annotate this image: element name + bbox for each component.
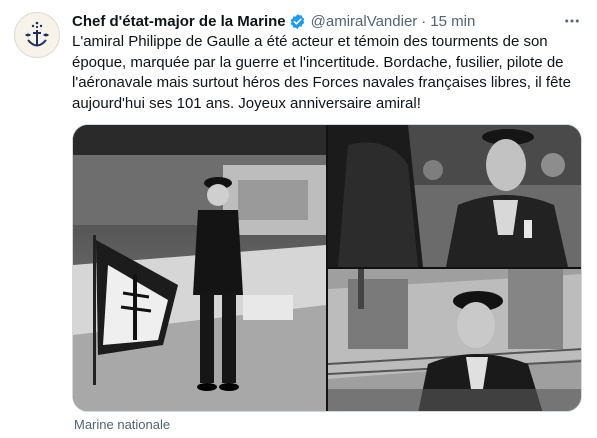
young-officer-portrait-photo[interactable] [328,125,581,267]
more-options-icon[interactable] [561,10,583,32]
media-source-label: Marine nationale [74,417,171,432]
tweet[interactable]: Chef d'état-major de la Marine @amiralVa… [0,0,597,438]
media-grid [72,124,582,412]
officer-on-boat-photo[interactable] [73,125,326,411]
avatar[interactable] [14,12,60,58]
navy-anchor-logo-icon [16,14,58,56]
officer-aboard-ship-photo[interactable] [328,269,581,411]
tweet-text: L'amiral Philippe de Gaulle a été acteur… [72,33,571,112]
verified-badge-icon [289,13,306,30]
separator-dot: · [421,12,427,30]
timestamp[interactable]: 15 min [430,13,475,30]
tweet-header: Chef d'état-major de la Marine @amiralVa… [72,10,583,32]
handle[interactable]: @amiralVandier [311,13,418,30]
display-name[interactable]: Chef d'état-major de la Marine [72,13,286,30]
